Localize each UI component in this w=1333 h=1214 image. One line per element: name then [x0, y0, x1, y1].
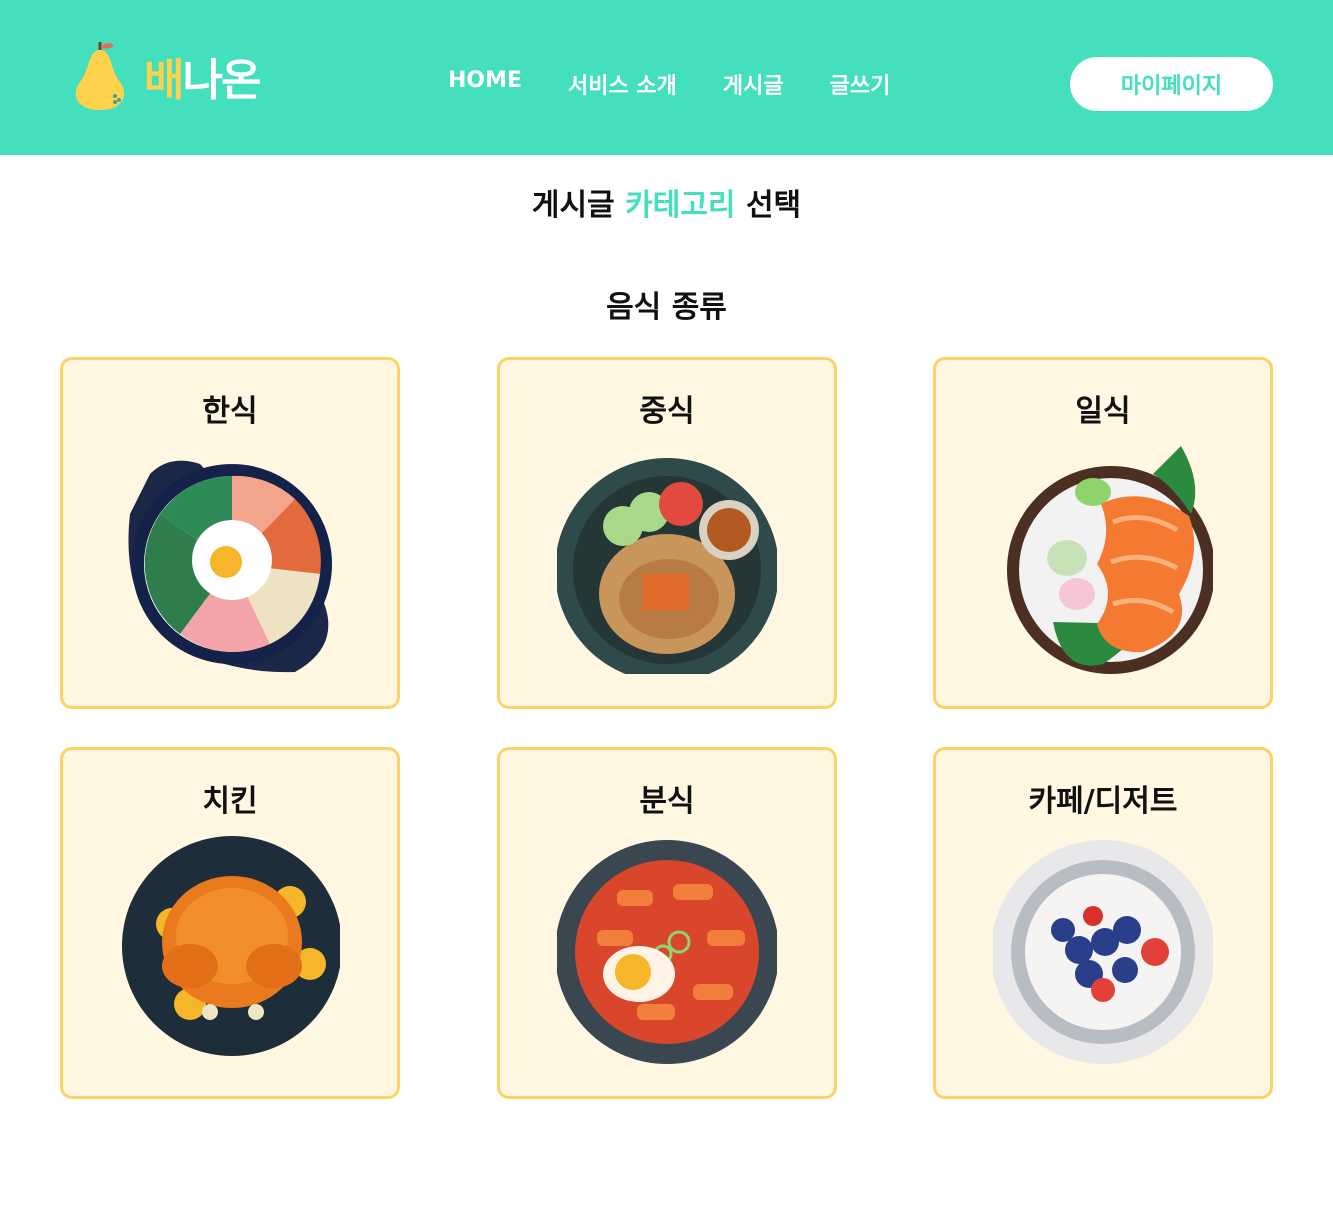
category-card-japanese[interactable]: 일식	[933, 357, 1273, 709]
mypage-button[interactable]: 마이페이지	[1070, 57, 1273, 111]
category-card-cafe-dessert[interactable]: 카페/디저트	[933, 747, 1273, 1099]
page-title-accent: 카테고리	[625, 188, 736, 223]
section-title: 음식 종류	[606, 290, 727, 325]
logo-text: 배나온	[144, 44, 261, 108]
main-nav: HOME 서비스 소개 게시글 글쓰기	[448, 68, 936, 100]
salmon-sashimi-icon	[1007, 446, 1213, 674]
nav-service-intro[interactable]: 서비스 소개	[568, 68, 677, 100]
roast-chicken-icon	[122, 836, 340, 1056]
page-title-post: 선택	[735, 188, 802, 223]
header: 배나온 HOME 서비스 소개 게시글 글쓰기 마이페이지	[0, 0, 1333, 155]
bibimbap-icon	[128, 460, 332, 673]
category-card-snack[interactable]: 분식	[497, 747, 837, 1099]
page-title: 게시글 카테고리 선택	[0, 180, 1333, 224]
nav-posts[interactable]: 게시글	[723, 68, 784, 100]
category-label: 치킨	[202, 784, 258, 819]
category-card-chicken[interactable]: 치킨	[60, 747, 400, 1099]
nav-home[interactable]: HOME	[448, 68, 522, 100]
logo[interactable]: 배나온	[70, 40, 261, 112]
logo-text-pre: 배	[144, 55, 185, 106]
category-card-chinese[interactable]: 중식	[497, 357, 837, 709]
category-label: 분식	[639, 784, 695, 819]
nav-write[interactable]: 글쓰기	[830, 68, 891, 100]
category-label: 일식	[1075, 394, 1131, 429]
category-label: 한식	[202, 394, 258, 429]
berry-dessert-icon	[993, 840, 1213, 1064]
category-card-korean[interactable]: 한식	[60, 357, 400, 709]
fried-rice-icon	[557, 458, 777, 674]
logo-text-post: 나온	[182, 55, 261, 106]
category-label: 중식	[639, 394, 695, 429]
tteokbokki-icon	[557, 840, 777, 1064]
category-label: 카페/디저트	[1028, 784, 1178, 819]
pear-icon	[75, 42, 125, 110]
page-title-pre: 게시글	[531, 188, 626, 223]
